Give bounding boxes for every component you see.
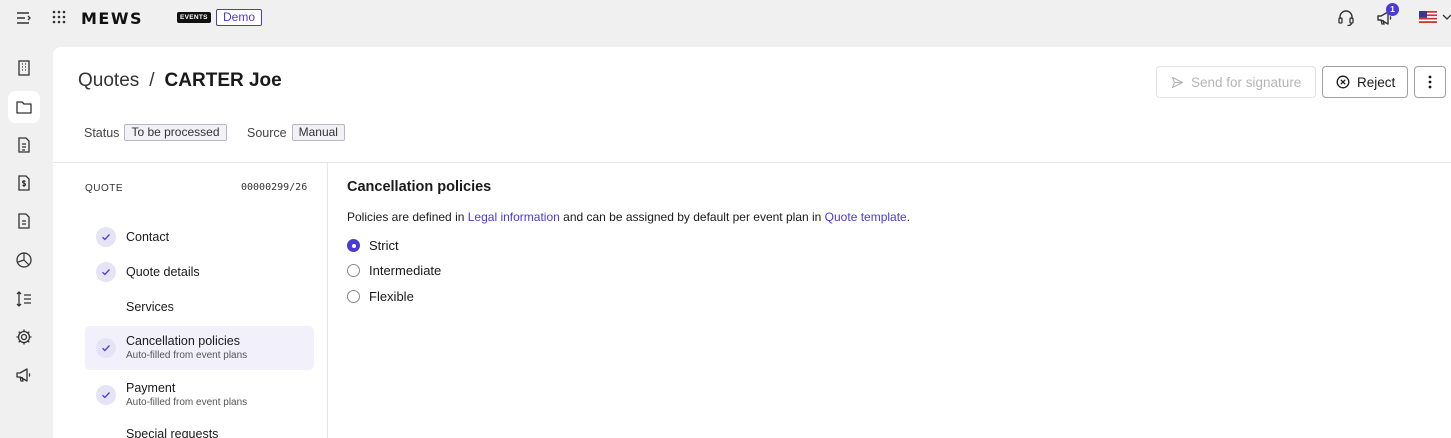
check-icon <box>102 234 110 241</box>
policy-option-label: Strict <box>369 238 399 253</box>
send-icon <box>1171 76 1184 88</box>
reject-label: Reject <box>1357 74 1396 90</box>
support-icon[interactable] <box>1336 8 1356 28</box>
rail-item-quotes[interactable] <box>8 91 40 123</box>
status-badge: To be processed <box>124 124 227 141</box>
notification-count-badge: 1 <box>1386 3 1399 16</box>
document-list-icon <box>18 137 30 153</box>
check-icon <box>102 392 110 399</box>
quote-number: 00000299/26 <box>241 182 308 193</box>
app-grid-icon[interactable] <box>52 10 66 24</box>
step-services[interactable]: Services <box>85 293 314 321</box>
breadcrumb: Quotes / CARTER Joe <box>78 70 282 92</box>
policy-option-strict[interactable]: Strict <box>347 238 399 253</box>
building-icon <box>18 60 30 76</box>
close-circle-icon <box>1336 75 1350 89</box>
header-divider <box>53 162 1451 163</box>
invoice-dollar-icon <box>18 175 30 191</box>
radio-button-checked[interactable] <box>347 239 360 252</box>
policy-description: Policies are defined in Legal informatio… <box>347 210 910 224</box>
section-title: Cancellation policies <box>347 179 492 195</box>
rail-item-settings[interactable] <box>8 321 40 353</box>
policy-text-part: and can be assigned by default per event… <box>559 210 825 224</box>
rail-item-billing[interactable] <box>8 129 40 161</box>
policy-option-label: Flexible <box>369 289 414 304</box>
breadcrumb-separator: / <box>149 70 155 91</box>
source-badge: Manual <box>291 124 345 141</box>
step-title: Contact <box>126 230 170 244</box>
step-done-check <box>96 262 116 282</box>
legal-information-link[interactable]: Legal information <box>468 210 560 224</box>
policy-option-flexible[interactable]: Flexible <box>347 289 414 304</box>
more-options-button[interactable] <box>1414 66 1446 98</box>
send-for-signature-button[interactable]: Send for signature <box>1156 66 1316 98</box>
reject-button[interactable]: Reject <box>1322 66 1408 98</box>
send-for-signature-label: Send for signature <box>1191 74 1302 90</box>
page-title: CARTER Joe <box>164 70 282 91</box>
more-vertical-icon <box>1428 75 1432 89</box>
events-badge: EVENTS <box>177 12 211 23</box>
main-panel: Quotes / CARTER Joe Send for signature Rej… <box>53 47 1451 438</box>
policy-option-intermediate[interactable]: Intermediate <box>347 263 441 278</box>
step-done-check <box>96 338 116 358</box>
step-title: Services <box>126 300 174 314</box>
source-field: Source Manual <box>247 124 345 141</box>
megaphone-icon <box>16 368 31 382</box>
status-field: Status To be processed <box>84 124 227 141</box>
step-title: Special requests <box>126 427 219 438</box>
rail-item-documents[interactable] <box>8 205 40 237</box>
status-label: Status <box>84 125 120 140</box>
check-icon <box>102 269 110 276</box>
chevron-down-icon[interactable] <box>1442 12 1451 22</box>
gear-icon <box>16 329 32 345</box>
rail-item-property[interactable] <box>8 52 40 84</box>
step-quote-details[interactable]: Quote details <box>85 258 314 286</box>
policy-option-label: Intermediate <box>369 263 442 278</box>
mews-logo: MEWS <box>81 9 144 28</box>
rail-item-sort[interactable] <box>8 283 40 315</box>
quote-template-link[interactable]: Quote template <box>825 210 907 224</box>
step-done-check <box>96 385 116 405</box>
check-icon <box>102 345 110 352</box>
step-subtitle: Auto-filled from event plans <box>126 397 248 408</box>
quote-label: QUOTE <box>85 183 124 194</box>
step-payment[interactable]: Payment Auto-filled from event plans <box>85 374 314 418</box>
radio-button[interactable] <box>347 264 360 277</box>
us-flag-icon[interactable] <box>1419 11 1437 23</box>
rail-item-finance[interactable] <box>8 167 40 199</box>
policy-text-part: . <box>906 210 911 224</box>
step-subtitle: Auto-filled from event plans <box>126 350 248 361</box>
source-label: Source <box>247 125 287 140</box>
folder-icon <box>16 101 32 114</box>
step-cancellation-policies[interactable]: Cancellation policies Auto-filled from e… <box>85 326 314 370</box>
demo-badge: Demo <box>216 9 263 26</box>
step-title: Payment <box>126 381 176 395</box>
left-nav-rail <box>0 36 52 438</box>
rail-item-marketing[interactable] <box>8 359 40 391</box>
radio-button[interactable] <box>347 290 360 303</box>
sidebar-divider <box>327 163 328 438</box>
pie-chart-icon <box>16 252 32 268</box>
sort-list-icon <box>16 291 31 307</box>
menu-collapse-icon[interactable] <box>16 10 32 26</box>
step-special-requests[interactable]: Special requests <box>85 421 314 438</box>
step-title: Quote details <box>126 265 200 279</box>
top-bar: MEWS EVENTS Demo 1 <box>0 0 1451 36</box>
document-icon <box>18 213 30 229</box>
policy-text-part: Policies are defined in <box>347 210 468 224</box>
step-contact[interactable]: Contact <box>85 223 314 251</box>
rail-item-reports[interactable] <box>8 244 40 276</box>
breadcrumb-parent-link[interactable]: Quotes <box>78 70 139 91</box>
step-done-check <box>96 227 116 247</box>
step-title: Cancellation policies <box>126 334 240 348</box>
